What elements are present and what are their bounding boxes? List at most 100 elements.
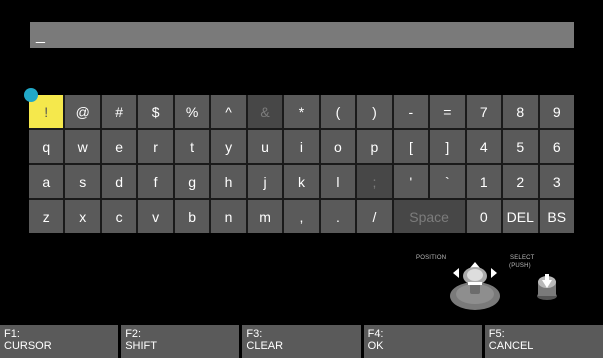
key[interactable]: $: [138, 95, 173, 128]
key[interactable]: 4: [466, 130, 502, 163]
key[interactable]: b: [174, 200, 210, 233]
key[interactable]: i: [284, 130, 319, 163]
key[interactable]: e: [101, 130, 137, 163]
key[interactable]: j: [247, 165, 283, 198]
key[interactable]: x: [65, 200, 100, 233]
key[interactable]: r: [138, 130, 173, 163]
key[interactable]: c: [101, 200, 137, 233]
key-label: a: [42, 173, 51, 190]
key[interactable]: 2: [503, 165, 538, 198]
key[interactable]: k: [284, 165, 319, 198]
key[interactable]: y: [211, 130, 246, 163]
key-label: *: [298, 103, 305, 120]
fkey-5[interactable]: F5: CANCEL: [484, 325, 603, 358]
key[interactable]: p: [357, 130, 392, 163]
key-label: e: [115, 138, 124, 155]
key-label: 6: [552, 138, 561, 155]
key[interactable]: 0: [466, 200, 502, 233]
key[interactable]: ,: [284, 200, 319, 233]
fkey-4[interactable]: F4: OK: [363, 325, 482, 358]
key-label: y: [225, 138, 233, 155]
key-label: k: [297, 173, 305, 190]
key[interactable]: v: [138, 200, 173, 233]
key-label: =: [443, 103, 452, 120]
key-label: 5: [516, 138, 525, 155]
key-label: BS: [547, 208, 567, 225]
key[interactable]: o: [320, 130, 356, 163]
fkey-3[interactable]: F3: CLEAR: [242, 325, 361, 358]
key[interactable]: BS: [539, 200, 574, 233]
key-label: r: [153, 138, 158, 155]
key[interactable]: ;: [357, 165, 392, 198]
key-label: i: [299, 138, 304, 155]
key[interactable]: w: [65, 130, 100, 163]
key[interactable]: 9: [539, 95, 574, 128]
fkey-label: CANCEL: [488, 340, 534, 352]
key-label: l: [336, 173, 340, 190]
key-label: #: [115, 103, 124, 120]
key[interactable]: s: [65, 165, 100, 198]
key[interactable]: 1: [466, 165, 502, 198]
key[interactable]: h: [211, 165, 246, 198]
key-label: v: [152, 208, 160, 225]
key[interactable]: 6: [539, 130, 574, 163]
key[interactable]: /: [357, 200, 392, 233]
key-label: 9: [552, 103, 561, 120]
key[interactable]: #: [101, 95, 137, 128]
key[interactable]: *: [284, 95, 319, 128]
key-space[interactable]: Space: [393, 200, 465, 233]
fkey-2[interactable]: F2: SHIFT: [121, 325, 240, 358]
key-label: -: [408, 103, 414, 120]
fkey-label: CURSOR: [4, 340, 52, 352]
key[interactable]: z: [29, 200, 64, 233]
select-push-icon: [537, 274, 557, 300]
key[interactable]: DEL: [503, 200, 538, 233]
key[interactable]: a: [29, 165, 64, 198]
key[interactable]: ^: [211, 95, 246, 128]
fkey-label: CLEAR: [246, 340, 284, 352]
key[interactable]: u: [247, 130, 283, 163]
fkey-number: F4:: [367, 328, 384, 340]
key[interactable]: ): [357, 95, 392, 128]
key[interactable]: -: [393, 95, 429, 128]
key[interactable]: ]: [430, 130, 465, 163]
key[interactable]: 3: [539, 165, 574, 198]
key-label: /: [372, 208, 377, 225]
key[interactable]: 5: [503, 130, 538, 163]
selection-indicator: [24, 88, 38, 102]
key-label: `: [445, 173, 450, 190]
key-label: !: [44, 103, 49, 120]
key[interactable]: 7: [466, 95, 502, 128]
key[interactable]: f: [138, 165, 173, 198]
key[interactable]: &: [247, 95, 283, 128]
key[interactable]: g: [174, 165, 210, 198]
key[interactable]: q: [29, 130, 64, 163]
key-label: n: [224, 208, 233, 225]
key-label: x: [79, 208, 87, 225]
key-label: w: [77, 138, 88, 155]
key[interactable]: `: [430, 165, 465, 198]
key-label: 1: [479, 173, 488, 190]
key[interactable]: .: [320, 200, 356, 233]
key[interactable]: =: [430, 95, 465, 128]
key[interactable]: l: [320, 165, 356, 198]
key[interactable]: n: [211, 200, 246, 233]
key[interactable]: !: [24, 88, 64, 128]
text-input[interactable]: _: [30, 22, 574, 48]
fkey-1[interactable]: F1: CURSOR: [0, 325, 119, 358]
key[interactable]: @: [65, 95, 100, 128]
key[interactable]: m: [247, 200, 283, 233]
key-label: ]: [445, 138, 450, 155]
key-label: q: [42, 138, 51, 155]
key-label: ^: [225, 103, 232, 120]
key[interactable]: ': [393, 165, 429, 198]
key[interactable]: (: [320, 95, 356, 128]
key[interactable]: d: [101, 165, 137, 198]
key-label: 8: [516, 103, 525, 120]
key[interactable]: t: [174, 130, 210, 163]
key[interactable]: 8: [503, 95, 538, 128]
key[interactable]: [: [393, 130, 429, 163]
fkey-number: F1:: [4, 328, 20, 340]
key-label: @: [75, 103, 90, 120]
key[interactable]: %: [174, 95, 210, 128]
